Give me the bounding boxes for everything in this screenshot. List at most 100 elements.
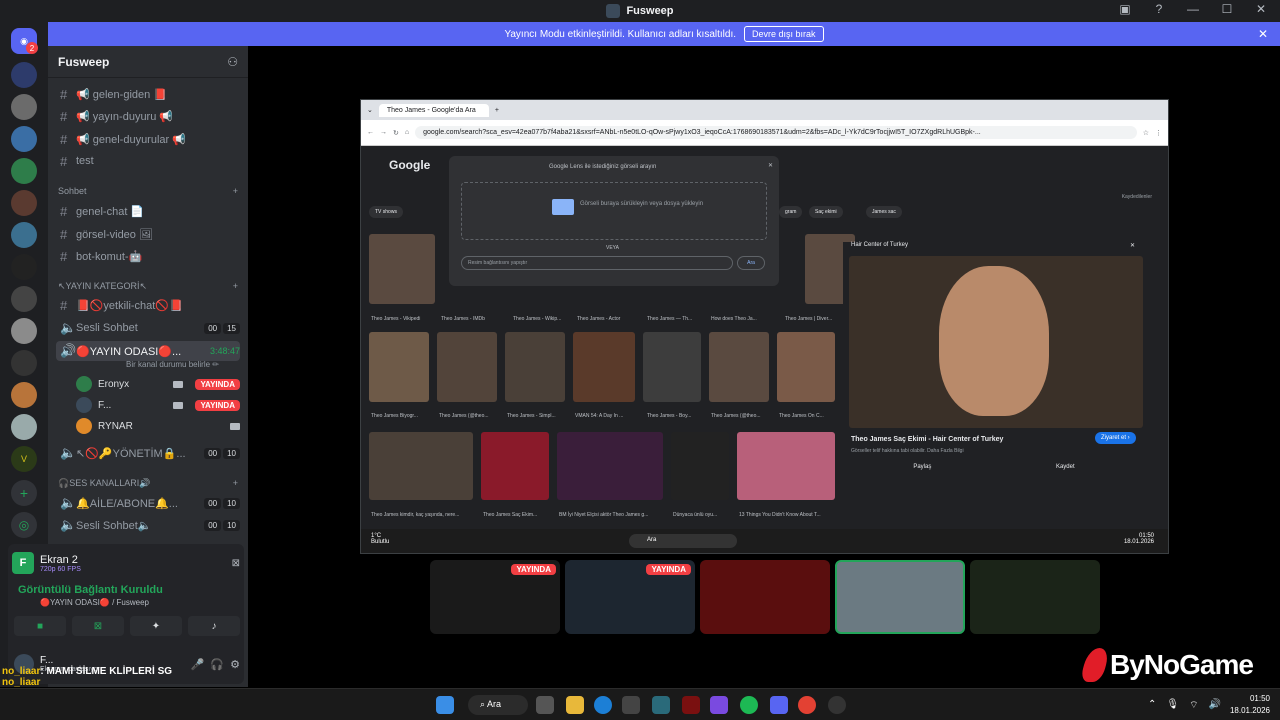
result-image[interactable] <box>369 332 429 402</box>
soundboard-button[interactable]: ♪ <box>188 616 240 636</box>
result-image[interactable] <box>573 332 635 402</box>
filter-chip[interactable]: gram <box>779 206 803 218</box>
channel-item[interactable]: # genel-chat 📄 <box>56 201 240 221</box>
help-icon[interactable]: ? <box>1150 2 1168 16</box>
result-label[interactable]: Theo James - Vikipedi <box>371 316 420 322</box>
voice-user[interactable]: RYNAR <box>76 416 240 436</box>
result-label[interactable]: Theo James - Wikip... <box>513 316 561 322</box>
weather-widget[interactable]: 1°C Bulutlu <box>371 533 389 545</box>
server-icon[interactable]: V <box>11 446 37 472</box>
volume-icon[interactable]: 🔊 <box>1209 699 1221 712</box>
server-icon[interactable] <box>11 190 37 216</box>
result-label[interactable]: Theo James | Diver... <box>785 316 832 322</box>
task-view-icon[interactable] <box>536 696 554 714</box>
category-chat[interactable]: Sohbet + <box>58 186 238 196</box>
result-image[interactable] <box>709 332 769 402</box>
save-button[interactable]: Kaydet <box>1056 464 1075 470</box>
server-icon[interactable] <box>11 254 37 280</box>
banner-close-icon[interactable]: ✕ <box>1258 27 1268 41</box>
result-label[interactable]: How does Theo Ja... <box>711 316 757 322</box>
result-image[interactable] <box>369 234 435 304</box>
preview-title[interactable]: Theo James Saç Ekimi - Hair Center of Tu… <box>851 436 1003 443</box>
server-icon[interactable] <box>11 382 37 408</box>
image-link-input[interactable]: Resim bağlantısını yapıştır <box>461 256 733 270</box>
result-image[interactable] <box>505 332 565 402</box>
voice-user[interactable]: Eronyx YAYINDA <box>76 374 240 394</box>
result-label[interactable]: Theo James - Actor <box>577 316 620 322</box>
tab-menu-icon[interactable]: ⌄ <box>367 106 373 114</box>
reload-icon[interactable]: ↻ <box>393 129 399 137</box>
server-icon[interactable] <box>11 350 37 376</box>
result-label[interactable]: Dünyaca ünlü oyu... <box>673 512 717 518</box>
channel-status[interactable]: Bir kanal durumu belirle ✏ <box>126 360 219 369</box>
preview-image[interactable] <box>849 256 1143 428</box>
stream-tile[interactable] <box>970 560 1100 634</box>
result-image[interactable] <box>369 432 473 500</box>
result-label[interactable]: Theo James — Th... <box>647 316 692 322</box>
stream-tile-selected[interactable] <box>835 560 965 634</box>
close-button[interactable]: ✕ <box>1252 2 1270 16</box>
headset-icon[interactable]: 🎧 <box>210 658 224 671</box>
mic-icon[interactable]: 🎤 <box>191 658 205 671</box>
maximize-button[interactable]: ☐ <box>1218 2 1236 16</box>
google-logo[interactable]: Google <box>389 158 430 172</box>
result-label[interactable]: Theo James (@theo... <box>711 413 761 419</box>
disable-streamer-mode-button[interactable]: Devre dışı bırak <box>744 26 824 42</box>
discord-icon[interactable] <box>770 696 788 714</box>
voice-channel[interactable]: 🔈 ↖🚫🔑YÖNETİM🔒... 00 10 <box>56 443 240 463</box>
server-icon[interactable] <box>11 318 37 344</box>
app-icon[interactable] <box>652 696 670 714</box>
inbox-icon[interactable]: ▣ <box>1116 2 1134 16</box>
image-drop-zone[interactable]: Görseli buraya sürükleyin veya dosya yük… <box>461 182 767 240</box>
channel-item[interactable]: # bot-komut-🤖 <box>56 246 240 266</box>
server-icon[interactable] <box>11 126 37 152</box>
server-icon[interactable] <box>11 286 37 312</box>
wifi-icon[interactable]: ⌔ <box>1189 699 1198 712</box>
screen-share-info[interactable]: F Ekran 2 720p 60 FPS ⊠ <box>12 548 240 578</box>
add-channel-icon[interactable]: + <box>233 478 238 489</box>
camera-button[interactable]: ■ <box>14 616 66 636</box>
spotify-icon[interactable] <box>740 696 758 714</box>
result-label[interactable]: Theo James - Boy... <box>647 413 691 419</box>
result-image[interactable] <box>437 332 497 402</box>
voice-channel-active[interactable]: 🔊 🔴YAYIN ODASI🔴... 3:48:47 <box>56 341 240 361</box>
result-label[interactable]: VMAN 54: A Day In ... <box>575 413 623 419</box>
filter-chip[interactable]: TV shows <box>369 206 403 218</box>
preview-source[interactable]: Hair Center of Turkey <box>851 242 908 248</box>
preview-close-icon[interactable]: ✕ <box>1130 242 1135 249</box>
app-icon[interactable] <box>710 696 728 714</box>
filter-chip[interactable]: James sac <box>866 206 902 218</box>
chevron-up-icon[interactable]: ⌃ <box>1148 699 1156 712</box>
edge-icon[interactable] <box>594 696 612 714</box>
file-explorer-icon[interactable] <box>566 696 584 714</box>
menu-icon[interactable]: ⋮ <box>1155 129 1168 137</box>
back-icon[interactable]: ← <box>367 129 374 136</box>
add-server-icon[interactable]: + <box>11 480 37 506</box>
chrome-tab[interactable]: Theo James - Google'da Ara <box>378 103 489 117</box>
share-button[interactable]: Paylaş <box>913 464 931 470</box>
server-icon[interactable] <box>11 414 37 440</box>
result-label[interactable]: Theo James (@theo... <box>439 413 489 419</box>
chrome-icon[interactable] <box>798 696 816 714</box>
taskbar-search[interactable]: ⌕ Ara <box>468 695 528 715</box>
server-icon[interactable] <box>11 222 37 248</box>
home-icon[interactable]: ⌂ <box>405 129 409 136</box>
result-image[interactable] <box>643 332 701 402</box>
server-icon[interactable] <box>11 158 37 184</box>
server-icon[interactable] <box>11 94 37 120</box>
result-label[interactable]: Theo James On C... <box>779 413 824 419</box>
star-icon[interactable]: ☆ <box>1143 129 1149 137</box>
channel-item[interactable]: # 📕🚫yetkili-chat🚫📕 <box>56 295 240 315</box>
result-label[interactable]: Theo James - IMDb <box>441 316 485 322</box>
channel-item[interactable]: # görsel-video 🖼 <box>56 224 240 244</box>
forward-icon[interactable]: → <box>380 129 387 136</box>
activities-button[interactable]: ✦ <box>130 616 182 636</box>
result-image[interactable] <box>557 432 663 500</box>
voice-channel[interactable]: 🔈 Sesli Sohbet 00 15 <box>56 318 240 338</box>
voice-user[interactable]: F... YAYINDA <box>76 395 240 415</box>
stop-share-icon[interactable]: ⊠ <box>232 558 240 569</box>
add-channel-icon[interactable]: + <box>233 281 238 292</box>
channel-item[interactable]: # 📢 gelen-giden 📕 <box>56 84 240 104</box>
lens-close-icon[interactable]: ✕ <box>768 162 773 169</box>
channel-item[interactable]: # test <box>56 151 240 171</box>
